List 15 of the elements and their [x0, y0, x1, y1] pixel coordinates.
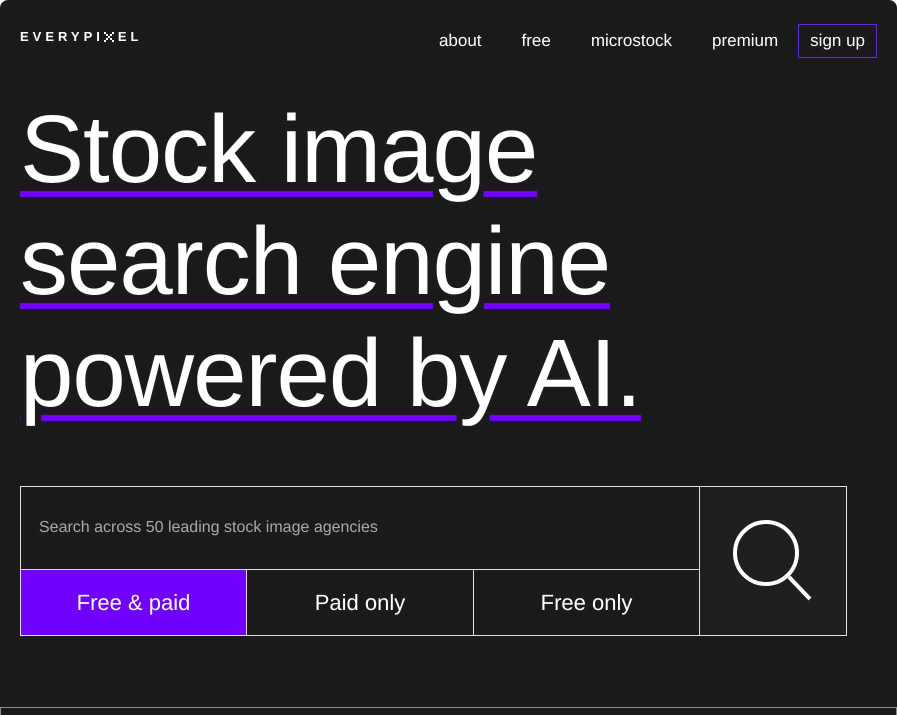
logo-text[interactable]: EVERYPI — [20, 27, 104, 46]
logo-text[interactable]: EL — [118, 27, 142, 46]
search-icon — [732, 518, 814, 602]
filter-tab[interactable]: Free & paid — [20, 570, 246, 636]
search-field[interactable]: Search across 50 leading stock image agencies — [20, 486, 699, 570]
nav-link[interactable]: free — [510, 24, 563, 58]
dotted-x-icon — [104, 32, 114, 42]
search-button[interactable] — [699, 486, 847, 636]
nav-link[interactable]: premium — [700, 24, 790, 58]
sign-up-button[interactable]: sign up — [798, 24, 877, 58]
filter-tab[interactable]: Paid only — [246, 570, 473, 636]
nav-link[interactable]: microstock — [578, 24, 684, 58]
filter-tab[interactable]: Free only — [473, 570, 699, 636]
headline: Stock image search engine powered by AI. — [19, 94, 642, 428]
nav-link[interactable]: about — [426, 24, 494, 58]
